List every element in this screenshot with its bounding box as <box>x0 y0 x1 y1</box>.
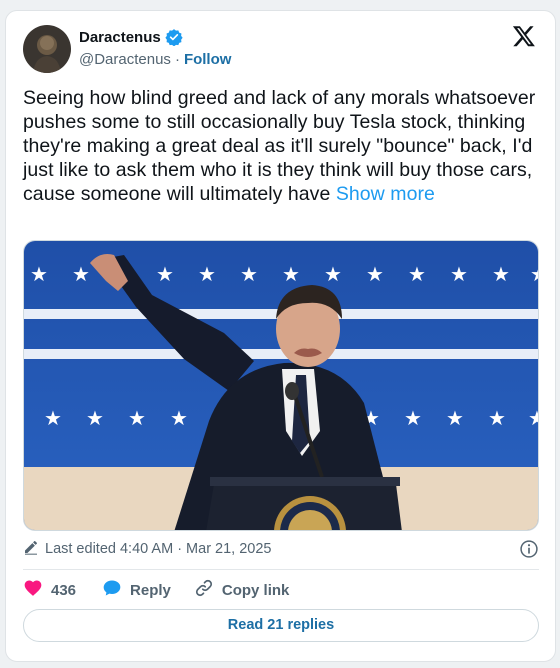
svg-text:★: ★ <box>240 262 258 286</box>
reply-label: Reply <box>130 581 171 599</box>
tweet-photo[interactable]: ★★★★ ★★★★ ★★★★★ ★★★★ ★★★★★ <box>23 240 539 531</box>
reply-button[interactable]: Reply <box>102 578 171 602</box>
author-name[interactable]: Daractenus <box>79 29 161 46</box>
svg-text:★: ★ <box>366 262 384 286</box>
read-replies-button[interactable]: Read 21 replies <box>23 609 539 642</box>
action-bar: 436 Reply Copy link <box>23 577 289 603</box>
tweet-card: Daractenus @Daractenus · Follow Seeing h… <box>5 10 556 662</box>
svg-text:★: ★ <box>170 406 188 430</box>
divider <box>23 569 539 570</box>
speech-bubble-icon <box>102 578 122 602</box>
x-logo-icon[interactable] <box>512 24 536 48</box>
svg-text:★: ★ <box>282 262 300 286</box>
svg-text:★: ★ <box>324 262 342 286</box>
link-icon <box>194 578 214 602</box>
svg-text:★: ★ <box>528 406 539 430</box>
svg-text:★: ★ <box>128 406 146 430</box>
svg-text:★: ★ <box>408 262 426 286</box>
info-icon[interactable] <box>519 539 539 563</box>
edit-meta: Last edited 4:40 AM · Mar 21, 2025 <box>23 539 539 559</box>
svg-text:★: ★ <box>530 262 539 286</box>
follow-button[interactable]: Follow <box>184 51 232 68</box>
tweet-text: Seeing how blind greed and lack of any m… <box>23 86 543 206</box>
copy-link-button[interactable]: Copy link <box>194 578 290 602</box>
avatar[interactable] <box>23 25 71 73</box>
svg-text:★: ★ <box>198 262 216 286</box>
copy-link-label: Copy link <box>221 581 290 599</box>
like-button[interactable]: 436 <box>23 578 76 602</box>
svg-text:★: ★ <box>450 262 468 286</box>
svg-text:★: ★ <box>30 262 48 286</box>
author-handle[interactable]: @Daractenus <box>79 51 171 68</box>
verified-badge-icon <box>165 28 183 47</box>
svg-text:★: ★ <box>156 262 174 286</box>
svg-text:★: ★ <box>492 262 510 286</box>
svg-text:★: ★ <box>44 406 62 430</box>
pencil-icon <box>23 539 39 559</box>
svg-text:★: ★ <box>72 262 90 286</box>
show-more-link[interactable]: Show more <box>336 183 435 205</box>
svg-text:★: ★ <box>488 406 506 430</box>
like-count: 436 <box>51 581 77 599</box>
svg-text:★: ★ <box>404 406 422 430</box>
svg-text:★: ★ <box>86 406 104 430</box>
svg-text:★: ★ <box>446 406 464 430</box>
tweet-body: Seeing how blind greed and lack of any m… <box>23 87 536 205</box>
heart-icon <box>23 578 43 602</box>
edited-timestamp[interactable]: Last edited 4:40 AM · Mar 21, 2025 <box>45 541 272 557</box>
handle-separator: · <box>174 51 180 68</box>
